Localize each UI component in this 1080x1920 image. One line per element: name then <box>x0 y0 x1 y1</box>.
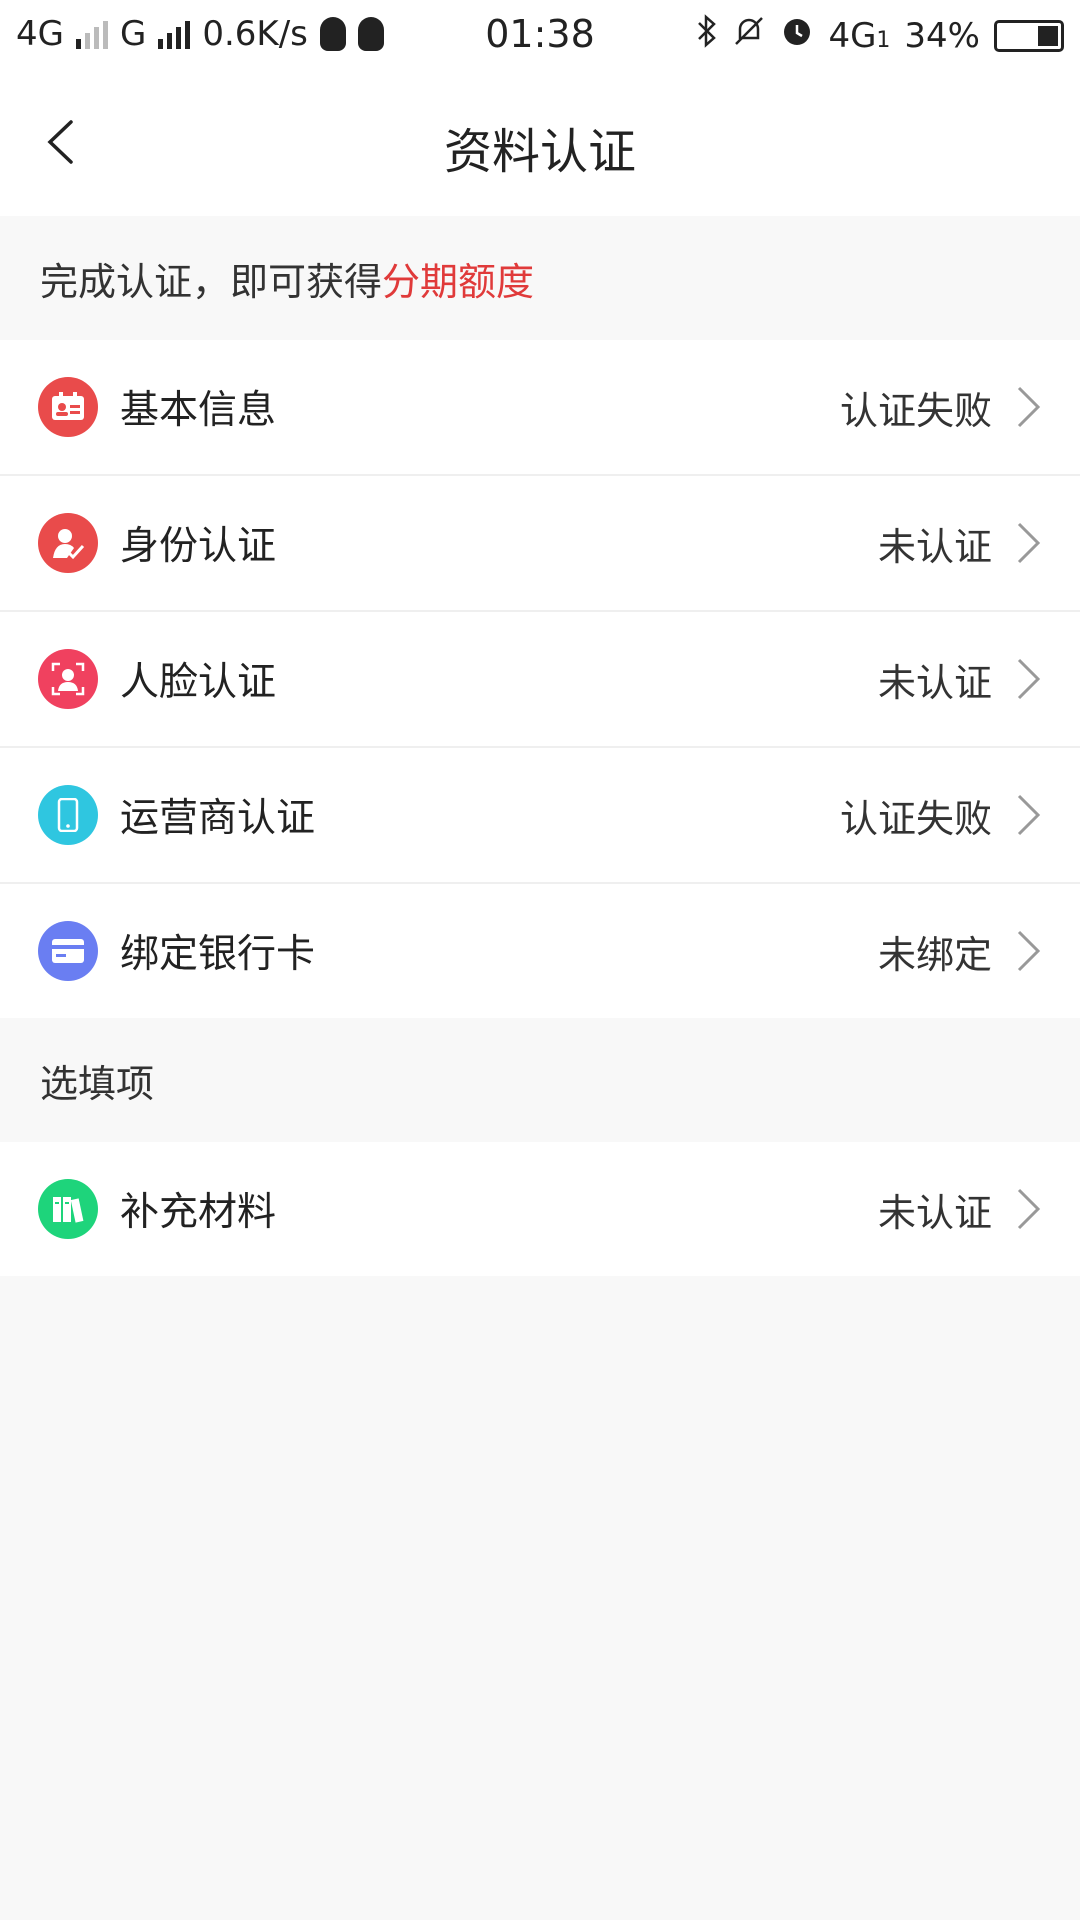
hint-accent: 分期额度 <box>382 259 535 304</box>
chevron-right-icon <box>1016 1187 1046 1231</box>
item-label: 绑定银行卡 <box>120 932 316 977</box>
item-status: 认证失败 <box>839 796 992 841</box>
phone-icon <box>38 785 98 845</box>
item-label: 身份认证 <box>120 524 277 569</box>
user-check-icon <box>38 513 98 573</box>
chevron-right-icon <box>1016 521 1046 565</box>
mute-bell-icon <box>732 14 766 57</box>
list-item-bank-card[interactable]: 绑定银行卡 未绑定 <box>0 884 1080 1018</box>
item-label: 补充材料 <box>120 1190 277 1235</box>
face-scan-icon <box>38 649 98 709</box>
battery-percent: 34% <box>904 15 980 56</box>
list-item-supplementary[interactable]: 补充材料 未认证 <box>0 1142 1080 1276</box>
nav-bar: 资料认证 <box>0 72 1080 216</box>
chevron-right-icon <box>1016 929 1046 973</box>
item-status: 未绑定 <box>877 932 992 977</box>
list-item-identity[interactable]: 身份认证 未认证 <box>0 476 1080 612</box>
chevron-right-icon <box>1016 657 1046 701</box>
hint-prefix: 完成认证，即可获得 <box>40 259 383 304</box>
item-status: 未认证 <box>877 1190 992 1235</box>
battery-icon <box>994 19 1064 52</box>
item-label: 基本信息 <box>120 388 277 433</box>
item-label: 运营商认证 <box>120 796 316 841</box>
network-label: 4G <box>828 15 877 56</box>
network-sub-label: 1 <box>876 27 891 53</box>
optional-list: 补充材料 未认证 <box>0 1142 1080 1276</box>
list-item-face[interactable]: 人脸认证 未认证 <box>0 612 1080 748</box>
chevron-right-icon <box>1016 385 1046 429</box>
page-title: 资料认证 <box>443 124 636 180</box>
item-label: 人脸认证 <box>120 660 277 705</box>
item-status: 未认证 <box>877 660 992 705</box>
status-bar: 4G G 0.6K/s 01:38 4G1 34% <box>0 0 1080 72</box>
list-item-carrier[interactable]: 运营商认证 认证失败 <box>0 748 1080 884</box>
id-card-icon <box>38 377 98 437</box>
network-type-right: 4G1 <box>828 16 890 56</box>
item-status: 认证失败 <box>839 388 992 433</box>
list-item-basic-info[interactable]: 基本信息 认证失败 <box>0 340 1080 476</box>
bank-card-icon <box>38 921 98 981</box>
required-list: 基本信息 认证失败 身份认证 未认证 人脸认证 未认证 运营商认证 认证失败 绑… <box>0 340 1080 1018</box>
hint-banner: 完成认证，即可获得 分期额度 <box>0 216 1080 340</box>
status-right: 4G1 34% <box>696 14 1064 57</box>
books-icon <box>38 1179 98 1239</box>
optional-section-title: 选填项 <box>40 1061 155 1106</box>
bluetooth-icon <box>696 14 718 57</box>
chevron-right-icon <box>1016 793 1046 837</box>
alarm-icon <box>780 14 814 57</box>
item-status: 未认证 <box>877 524 992 569</box>
